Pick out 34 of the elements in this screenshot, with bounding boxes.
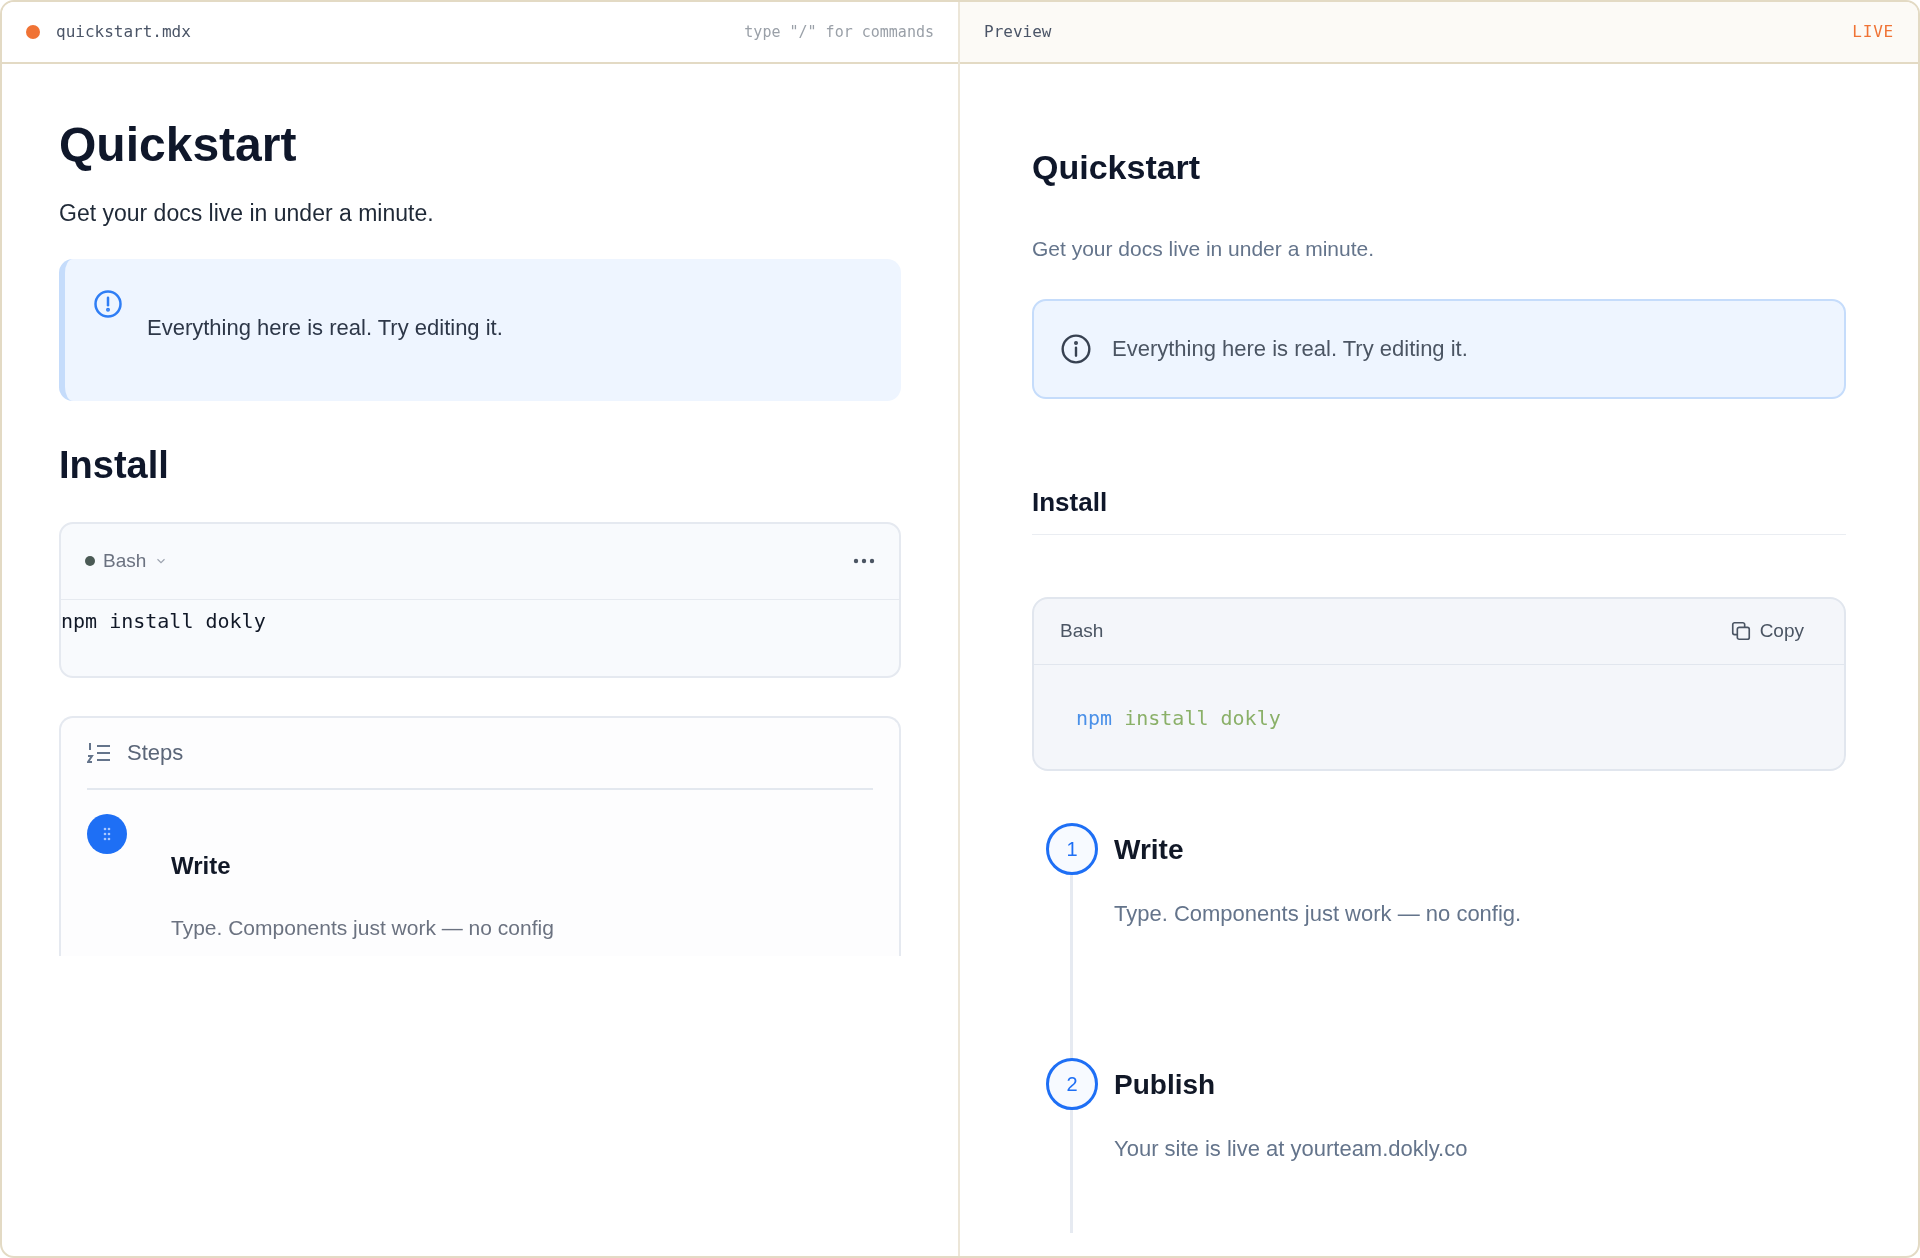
step-title: Write	[171, 850, 232, 881]
page-title: Quickstart	[1032, 147, 1202, 188]
code-text: npm install dokly	[61, 607, 267, 635]
callout-text: Everything here is real. Try editing it.	[147, 313, 503, 342]
section-heading: Install	[1032, 482, 1846, 535]
steps-label: Steps	[127, 739, 184, 767]
section-heading: Install	[59, 442, 170, 488]
copy-button[interactable]: Copy	[1729, 616, 1804, 646]
callout-text: Everything here is real. Try editing it.	[1112, 335, 1468, 363]
page-subtitle: Get your docs live in under a minute.	[1032, 236, 1375, 262]
more-button[interactable]	[853, 558, 875, 564]
step-number: 2	[1046, 1057, 1098, 1110]
info-icon	[1060, 332, 1092, 365]
grip-icon	[103, 826, 111, 841]
live-label: LIVE	[1852, 21, 1894, 43]
copy-icon	[1729, 620, 1752, 642]
language-dropdown[interactable]: Bash	[103, 546, 169, 576]
command-hint: type "/" for commands	[744, 21, 934, 43]
alert-icon	[93, 288, 123, 319]
page-title: Quickstart	[59, 117, 298, 173]
step-title: Write	[1114, 832, 1185, 867]
more-icon	[853, 558, 875, 564]
drag-handle[interactable]	[87, 813, 127, 854]
page-subtitle: Get your docs live in under a minute.	[59, 199, 435, 228]
step-description: Type. Components just work — no config.	[1114, 899, 1522, 928]
code-language: Bash	[1060, 618, 1104, 643]
step-description: Your site is live at yourteam.dokly.co	[1114, 1134, 1468, 1163]
step-number: 1	[1046, 822, 1098, 875]
numbered-list-icon	[87, 741, 111, 764]
code-text: npm install dokly	[1075, 704, 1282, 732]
file-name: quickstart.mdx	[56, 21, 191, 43]
step-description: Type. Components just work — no config	[171, 914, 555, 941]
preview-label: Preview	[984, 21, 1052, 43]
step-title: Publish	[1114, 1067, 1217, 1102]
